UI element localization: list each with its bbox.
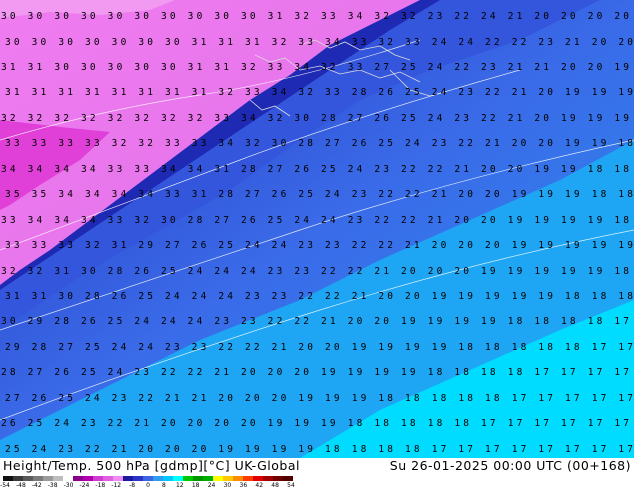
color-scale-tick-label: -8: [129, 482, 136, 489]
color-scale-swatch: [53, 476, 63, 481]
value-row: 26 25 24 23 22 21 20 20 20 20 19 19 19 1…: [1, 418, 629, 429]
color-scale-swatch: [183, 476, 193, 481]
color-scale-swatch: [233, 476, 243, 481]
color-scale-swatch: [273, 476, 283, 481]
color-scale-tick-label: 24: [207, 482, 216, 489]
color-scale-tick-label: -18: [95, 482, 106, 489]
color-scale-swatch: [223, 476, 233, 481]
value-row: 31 31 30 30 30 30 30 31 31 32 33 34 32 3…: [1, 62, 629, 73]
color-scale-swatch: [93, 476, 103, 481]
color-scale-tick-label: 0: [146, 482, 150, 489]
color-scale-tick-label: -42: [31, 482, 42, 489]
color-scale-swatch: [133, 476, 143, 481]
color-scale-tick-label: 12: [175, 482, 184, 489]
color-scale-swatch: [283, 476, 293, 481]
color-scale-tick-label: -48: [15, 482, 26, 489]
value-row: 33 33 33 32 31 29 27 26 25 24 24 23 23 2…: [5, 240, 633, 251]
color-scale-swatch: [203, 476, 213, 481]
map-title: Height/Temp. 500 hPa [gdmp][°C] UK-Globa…: [3, 458, 300, 473]
color-scale-tick-label: 8: [161, 482, 166, 489]
value-row: 33 33 33 33 32 32 33 33 34 32 30 28 27 2…: [5, 138, 633, 149]
footer-bar: Height/Temp. 500 hPa [gdmp][°C] UK-Globa…: [0, 458, 634, 490]
value-row: 30 30 30 30 30 30 30 30 30 30 31 32 33 3…: [1, 11, 629, 22]
color-scale-tick-label: 54: [287, 482, 295, 489]
value-row: 25 24 23 22 21 20 20 20 19 19 19 19 18 1…: [5, 444, 633, 455]
color-scale-tick-label: -12: [111, 482, 122, 489]
value-row: 30 30 30 30 30 30 30 31 31 31 32 33 34 3…: [5, 37, 633, 48]
color-scale-swatch: [263, 476, 273, 481]
color-scale-tick-label: -38: [47, 482, 58, 489]
value-row: 34 34 34 34 33 33 34 34 31 28 27 26 25 2…: [1, 164, 629, 175]
color-scale-swatch: [113, 476, 123, 481]
color-scale-tick-label: -30: [63, 482, 74, 489]
color-scale-labels: -54 -48 -42 -38 -30 -24 -18 -12 -8 0 8 12 18 24 30 36 42…: [0, 482, 295, 490]
color-scale-tick-label: -54: [0, 482, 10, 489]
color-scale-tick-label: 30: [223, 482, 232, 489]
value-row: 28 27 26 25 24 23 22 22 21 20 20 20 19 1…: [1, 367, 629, 378]
color-scale-swatch: [13, 476, 23, 481]
color-scale-swatch: [243, 476, 253, 481]
color-scale-tick-label: 42: [255, 482, 264, 489]
value-row: 31 31 31 31 31 31 31 31 32 33 34 32 33 2…: [5, 87, 633, 98]
value-row: 30 29 28 26 25 24 24 24 23 23 22 22 21 2…: [1, 316, 629, 327]
color-scale-swatch: [3, 476, 13, 481]
color-scale-bar: [3, 476, 293, 481]
color-scale-swatch: [163, 476, 173, 481]
color-scale-tick-label: 36: [239, 482, 248, 489]
value-row: 27 26 25 24 23 22 21 21 20 20 20 19 19 1…: [5, 393, 633, 404]
color-scale-swatch: [23, 476, 33, 481]
color-scale-swatch: [63, 476, 73, 481]
value-row: 29 28 27 25 24 24 23 23 22 22 21 20 20 1…: [5, 342, 633, 353]
color-scale-tick-label: 18: [191, 482, 200, 489]
color-scale-swatch: [173, 476, 183, 481]
color-scale-tick-label: 48: [271, 482, 279, 489]
color-scale-legend: -54 -48 -42 -38 -30 -24 -18 -12 -8 0 8 12 18 24 30 36 42…: [0, 475, 300, 490]
value-row: 32 32 31 30 28 26 25 24 24 24 23 23 22 2…: [1, 266, 629, 277]
color-scale-swatch: [143, 476, 153, 481]
color-scale-swatch: [43, 476, 53, 481]
color-scale-swatch: [153, 476, 163, 481]
color-scale-swatch: [73, 476, 83, 481]
color-scale-swatch: [103, 476, 113, 481]
value-row: 35 35 34 34 34 34 33 31 28 27 26 25 24 2…: [5, 189, 633, 200]
value-row: 31 31 30 28 26 25 24 24 24 23 23 22 22 2…: [5, 291, 633, 302]
map-datetime: Su 26-01-2025 00:00 UTC (00+168): [389, 458, 631, 473]
color-scale-swatch: [213, 476, 223, 481]
value-row: 33 34 34 34 33 32 30 28 27 26 25 24 24 2…: [1, 215, 629, 226]
color-scale-tick-label: -24: [79, 482, 90, 489]
color-scale-swatch: [33, 476, 43, 481]
color-scale-swatch: [83, 476, 93, 481]
color-scale-swatch: [253, 476, 263, 481]
value-row: 32 32 32 32 32 32 32 32 33 34 32 30 28 2…: [1, 113, 629, 124]
weather-map: 30 30 30 30 30 30 30 30 30 30 31 32 33 3…: [0, 0, 634, 458]
color-scale-swatch: [123, 476, 133, 481]
color-scale-swatch: [193, 476, 203, 481]
